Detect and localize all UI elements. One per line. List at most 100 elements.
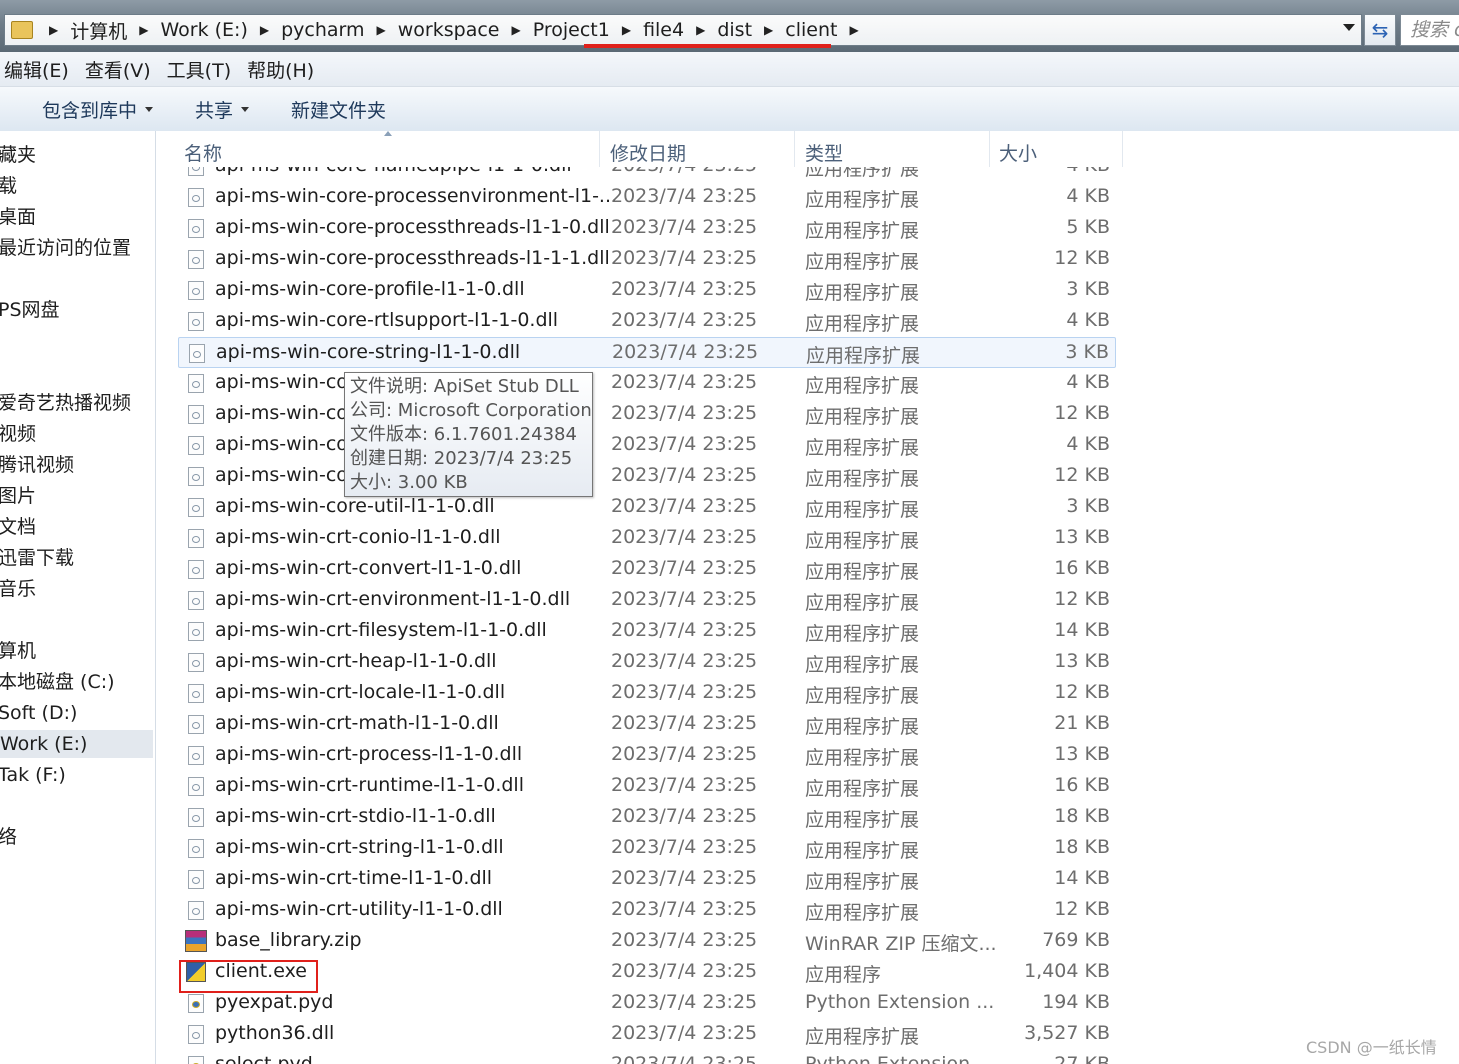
file-row[interactable]: api-ms-win-core-string-l1-1-0.dll 2023/7/… [178, 337, 1116, 368]
file-row[interactable]: api-ms-win-core-processthreads-l1-1-0.dl… [178, 213, 1116, 244]
file-row[interactable]: api-ms-win-core-profile-l1-1-0.dll 2023/7… [178, 275, 1116, 306]
nav-item[interactable]: 图片 [0, 482, 36, 510]
file-row[interactable]: api-ms-win-crt-process-l1-1-0.dll 2023/7/… [178, 740, 1116, 771]
nav-item[interactable]: 载 [0, 172, 17, 200]
file-row[interactable]: select.pyd 2023/7/4 23:25 Python Extension… [178, 1050, 1116, 1064]
menu-help[interactable]: 帮助(H) [243, 56, 322, 83]
column-divider[interactable] [794, 131, 795, 167]
nav-item[interactable]: 算机 [0, 637, 36, 665]
address-dropdown-icon[interactable] [1343, 24, 1355, 31]
nav-item[interactable]: 迅雷下载 [0, 544, 74, 572]
share-button[interactable]: 共享 [195, 96, 250, 123]
breadcrumb-workspace[interactable]: workspace [392, 19, 506, 41]
breadcrumb-computer[interactable]: 计算机 [64, 17, 133, 44]
search-input[interactable]: 搜索 c [1400, 14, 1459, 46]
menu-edit[interactable]: 编辑(E) [0, 56, 77, 83]
breadcrumb-project1[interactable]: Project1 [527, 19, 616, 41]
file-row[interactable]: api-ms-win-crt-runtime-l1-1-0.dll 2023/7/… [178, 771, 1116, 802]
file-date: 2023/7/4 23:25 [611, 402, 758, 424]
nav-item[interactable]: 爱奇艺热播视频 [0, 389, 131, 417]
nav-item[interactable]: 文档 [0, 513, 36, 541]
column-divider[interactable] [1122, 131, 1123, 167]
column-date[interactable]: 修改日期 [610, 139, 686, 166]
menu-bar: 编辑(E) 查看(V) 工具(T) 帮助(H) [0, 52, 1459, 87]
menu-tools[interactable]: 工具(T) [163, 56, 239, 83]
refresh-button[interactable]: ⇆ [1364, 14, 1396, 46]
nav-item[interactable]: 络 [0, 823, 17, 851]
file-name: api-ms-win-crt-utility-l1-1-0.dll [215, 898, 503, 920]
file-row[interactable]: api-ms-win-crt-string-l1-1-0.dll 2023/7/4… [178, 833, 1116, 864]
nav-item[interactable]: 藏夹 [0, 141, 36, 169]
breadcrumb-dist[interactable]: dist [711, 19, 758, 41]
file-row[interactable]: api-ms-win-crt-convert-l1-1-0.dll 2023/7/… [178, 554, 1116, 585]
breadcrumb-separator-icon[interactable]: ▶ [616, 23, 637, 37]
file-row[interactable]: api-ms-win-core-util-l1-1-0.dll 2023/7/4 … [178, 492, 1116, 523]
file-row[interactable]: api-ms-win-co 2023/7/4 23:25 应用程序扩展 4 KB [178, 368, 1116, 399]
nav-item[interactable]: 视频 [0, 420, 36, 448]
file-size: 16 KB [1054, 557, 1110, 579]
file-row[interactable]: api-ms-win-crt-environment-l1-1-0.dll 202… [178, 585, 1116, 616]
file-date: 2023/7/4 23:25 [611, 588, 758, 610]
nav-item[interactable]: Work (E:) [0, 730, 153, 758]
breadcrumb-separator-icon[interactable]: ▶ [505, 23, 526, 37]
menu-view[interactable]: 查看(V) [81, 56, 159, 83]
file-date: 2023/7/4 23:25 [611, 247, 758, 269]
file-row[interactable]: base_library.zip 2023/7/4 23:25 WinRAR ZIP… [178, 926, 1116, 957]
file-row[interactable]: api-ms-win-crt-locale-l1-1-0.dll 2023/7/4… [178, 678, 1116, 709]
breadcrumb-separator-icon[interactable]: ▶ [254, 23, 275, 37]
highlight-box [179, 960, 318, 993]
file-row[interactable]: api-ms-win-co 2023/7/4 23:25 应用程序扩展 12 KB [178, 461, 1116, 492]
breadcrumb-client[interactable]: client [779, 19, 843, 41]
file-row[interactable]: client.exe 2023/7/4 23:25 应用程序 1,404 KB [178, 957, 1116, 988]
breadcrumb-work-drive[interactable]: Work (E:) [154, 19, 253, 41]
file-size: 4 KB [1066, 371, 1110, 393]
file-row[interactable]: api-ms-win-co 2023/7/4 23:25 应用程序扩展 4 KB [178, 430, 1116, 461]
file-row[interactable]: python36.dll 2023/7/4 23:25 应用程序扩展 3,527 KB [178, 1019, 1116, 1050]
file-type: 应用程序 [805, 964, 882, 986]
breadcrumb-separator-icon[interactable]: ▶ [43, 23, 64, 37]
file-row[interactable]: api-ms-win-crt-stdio-l1-1-0.dll 2023/7/4 … [178, 802, 1116, 833]
breadcrumb-separator-icon[interactable]: ▶ [690, 23, 711, 37]
file-row[interactable]: api-ms-win-crt-utility-l1-1-0.dll 2023/7/… [178, 895, 1116, 926]
file-row[interactable]: api-ms-win-core-namedpipe-l1-1-0.dll 2023… [178, 167, 1116, 182]
dll-file-icon [188, 250, 204, 269]
file-row[interactable]: api-ms-win-crt-heap-l1-1-0.dll 2023/7/4 2… [178, 647, 1116, 678]
nav-item[interactable]: Tak (F:) [0, 761, 66, 789]
breadcrumb-pycharm[interactable]: pycharm [275, 19, 370, 41]
file-date: 2023/7/4 23:25 [611, 650, 758, 672]
file-row[interactable]: api-ms-win-core-processenvironment-l1-..… [178, 182, 1116, 213]
breadcrumb-separator-icon[interactable]: ▶ [758, 23, 779, 37]
file-row[interactable]: api-ms-win-core-rtlsupport-l1-1-0.dll 202… [178, 306, 1116, 337]
breadcrumb-separator-icon[interactable]: ▶ [133, 23, 154, 37]
breadcrumb-file4[interactable]: file4 [637, 19, 690, 41]
file-name: api-ms-win-crt-runtime-l1-1-0.dll [215, 774, 524, 796]
column-type[interactable]: 类型 [805, 139, 843, 166]
breadcrumb-separator-icon[interactable]: ▶ [371, 23, 392, 37]
nav-item[interactable]: 音乐 [0, 575, 36, 603]
file-row[interactable]: api-ms-win-crt-filesystem-l1-1-0.dll 2023… [178, 616, 1116, 647]
nav-item[interactable]: Soft (D:) [0, 699, 77, 727]
file-row[interactable]: api-ms-win-crt-conio-l1-1-0.dll 2023/7/4 … [178, 523, 1116, 554]
nav-item[interactable]: 桌面 [0, 203, 36, 231]
nav-item[interactable]: 腾讯视频 [0, 451, 74, 479]
file-size: 13 KB [1054, 526, 1110, 548]
dll-file-icon [188, 436, 204, 455]
column-divider[interactable] [599, 131, 600, 167]
file-row[interactable]: api-ms-win-crt-math-l1-1-0.dll 2023/7/4 2… [178, 709, 1116, 740]
address-bar[interactable]: ▶ 计算机 ▶ Work (E:) ▶ pycharm ▶ workspace … [4, 14, 1362, 46]
tooltip-description: 文件说明: ApiSet Stub DLL [350, 376, 579, 397]
column-name[interactable]: 名称 [184, 139, 222, 166]
file-row[interactable]: api-ms-win-crt-time-l1-1-0.dll 2023/7/4 2… [178, 864, 1116, 895]
new-folder-button[interactable]: 新建文件夹 [291, 96, 386, 123]
breadcrumb-separator-icon[interactable]: ▶ [843, 23, 864, 37]
file-row[interactable]: pyexpat.pyd 2023/7/4 23:25 Python Extensio… [178, 988, 1116, 1019]
file-row[interactable]: api-ms-win-core-processthreads-l1-1-1.dl… [178, 244, 1116, 275]
file-row[interactable]: api-ms-win-co 2023/7/4 23:25 应用程序扩展 12 KB [178, 399, 1116, 430]
nav-item[interactable]: PS网盘 [0, 296, 60, 324]
column-divider[interactable] [989, 131, 990, 167]
nav-item[interactable]: 最近访问的位置 [0, 234, 131, 262]
include-in-library-button[interactable]: 包含到库中 [42, 96, 154, 123]
column-size[interactable]: 大小 [999, 139, 1037, 166]
file-size: 4 KB [1066, 309, 1110, 331]
nav-item[interactable]: 本地磁盘 (C:) [0, 668, 115, 696]
